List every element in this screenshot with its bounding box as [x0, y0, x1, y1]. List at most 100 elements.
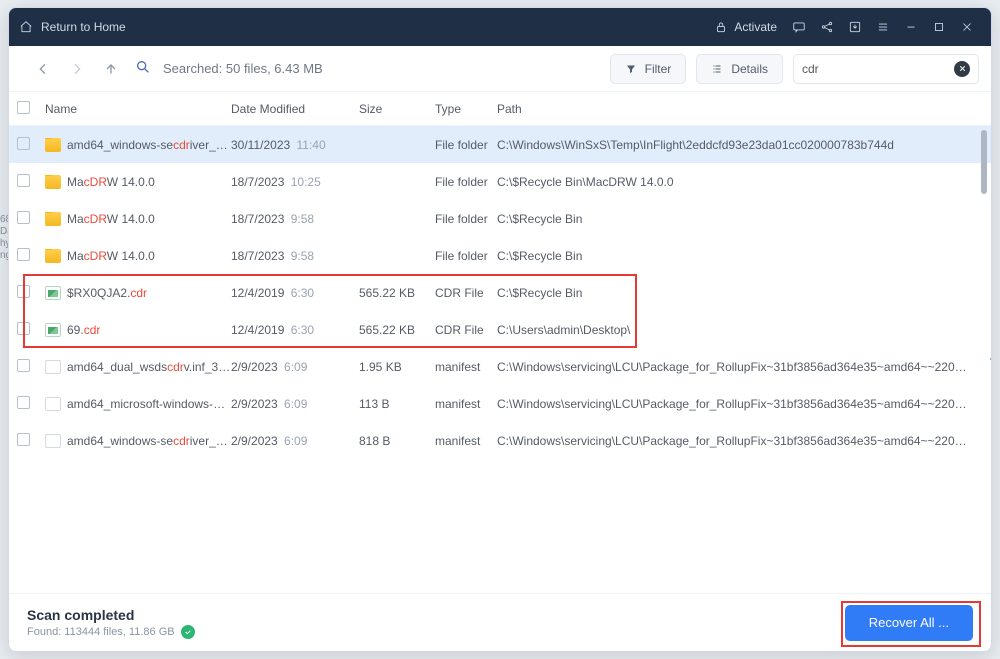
- file-name: amd64_windows-secdriver_31bf3...: [67, 138, 231, 152]
- search-input[interactable]: cdr: [793, 54, 979, 84]
- table-row[interactable]: $RX0QJA2.cdr12/4/2019 6:30565.22 KBCDR F…: [9, 274, 991, 311]
- row-checkbox[interactable]: [17, 285, 30, 298]
- row-checkbox[interactable]: [17, 211, 30, 224]
- table-row[interactable]: MacDRW 14.0.018/7/2023 10:25File folderC…: [9, 163, 991, 200]
- title-bar: Return to Home Activate: [9, 8, 991, 46]
- feedback-button[interactable]: [785, 13, 813, 41]
- minimize-button[interactable]: [897, 13, 925, 41]
- search-summary: Searched: 50 files, 6.43 MB: [135, 59, 600, 78]
- table-row[interactable]: amd64_windows-secdriver_31bf3...30/11/20…: [9, 126, 991, 163]
- close-icon: [960, 20, 974, 34]
- file-type: manifest: [435, 397, 497, 411]
- update-button[interactable]: [841, 13, 869, 41]
- details-button[interactable]: Details: [696, 54, 783, 84]
- home-icon: [19, 20, 33, 34]
- return-home-button[interactable]: Return to Home: [19, 20, 126, 34]
- scrollbar[interactable]: [981, 130, 987, 194]
- filter-button[interactable]: Filter: [610, 54, 687, 84]
- file-date: 18/7/2023 9:58: [231, 212, 359, 226]
- activate-label: Activate: [734, 20, 777, 34]
- maximize-icon: [932, 20, 946, 34]
- file-path: C:\Windows\WinSxS\Temp\InFlight\2eddcfd9…: [497, 138, 991, 152]
- file-date: 18/7/2023 9:58: [231, 249, 359, 263]
- file-type: manifest: [435, 360, 497, 374]
- forward-button[interactable]: [69, 61, 85, 77]
- file-size: 565.22 KB: [359, 286, 435, 300]
- folder-icon: [45, 212, 61, 226]
- file-path: C:\$Recycle Bin: [497, 249, 991, 263]
- table-row[interactable]: 69.cdr12/4/2019 6:30565.22 KBCDR FileC:\…: [9, 311, 991, 348]
- up-button[interactable]: [103, 61, 119, 77]
- file-path: C:\Windows\servicing\LCU\Package_for_Rol…: [497, 434, 991, 448]
- file-path: C:\Windows\servicing\LCU\Package_for_Rol…: [497, 397, 991, 411]
- file-name: MacDRW 14.0.0: [67, 212, 155, 226]
- clear-search-button[interactable]: [954, 61, 970, 77]
- file-size: 565.22 KB: [359, 323, 435, 337]
- close-button[interactable]: [953, 13, 981, 41]
- activate-button[interactable]: Activate: [706, 20, 785, 34]
- col-size[interactable]: Size: [359, 102, 435, 116]
- table-row[interactable]: MacDRW 14.0.018/7/2023 9:58File folderC:…: [9, 200, 991, 237]
- folder-icon: [45, 249, 61, 263]
- file-type: File folder: [435, 175, 497, 189]
- file-list: amd64_windows-secdriver_31bf3...30/11/20…: [9, 126, 991, 593]
- file-date: 18/7/2023 10:25: [231, 175, 359, 189]
- file-type: File folder: [435, 138, 497, 152]
- filter-label: Filter: [645, 62, 672, 76]
- chat-icon: [792, 20, 806, 34]
- collapse-panel-caret[interactable]: [990, 350, 992, 368]
- table-row[interactable]: amd64_windows-secdriver_31bf3...2/9/2023…: [9, 422, 991, 459]
- file-path: C:\Users\admin\Desktop\: [497, 323, 991, 337]
- file-date: 2/9/2023 6:09: [231, 397, 359, 411]
- app-window: Return to Home Activate Searched: 50 fil…: [8, 7, 992, 652]
- row-checkbox[interactable]: [17, 174, 30, 187]
- success-icon: [181, 625, 195, 639]
- col-path[interactable]: Path: [497, 102, 991, 116]
- maximize-button[interactable]: [925, 13, 953, 41]
- table-row[interactable]: MacDRW 14.0.018/7/2023 9:58File folderC:…: [9, 237, 991, 274]
- row-checkbox[interactable]: [17, 359, 30, 372]
- column-headers: Name Date Modified Size Type Path: [9, 92, 991, 126]
- minimize-icon: [904, 20, 918, 34]
- col-type[interactable]: Type: [435, 102, 497, 116]
- folder-icon: [45, 138, 61, 152]
- select-all-checkbox[interactable]: [17, 101, 30, 114]
- file-date: 30/11/2023 11:40: [231, 138, 359, 152]
- row-checkbox[interactable]: [17, 248, 30, 261]
- file-type: File folder: [435, 249, 497, 263]
- row-checkbox[interactable]: [17, 137, 30, 150]
- back-button[interactable]: [35, 61, 51, 77]
- toolbar: Searched: 50 files, 6.43 MB Filter Detai…: [9, 46, 991, 92]
- file-path: C:\Windows\servicing\LCU\Package_for_Rol…: [497, 360, 991, 374]
- file-name: amd64_microsoft-windows-c..cdri...: [67, 397, 231, 411]
- file-date: 12/4/2019 6:30: [231, 286, 359, 300]
- col-name[interactable]: Name: [45, 102, 231, 116]
- row-checkbox[interactable]: [17, 433, 30, 446]
- recover-all-button[interactable]: Recover All ...: [845, 605, 973, 641]
- file-name: amd64_dual_wsdscdrv.inf_31bf38...: [67, 360, 231, 374]
- menu-button[interactable]: [869, 13, 897, 41]
- details-label: Details: [731, 62, 768, 76]
- table-row[interactable]: amd64_microsoft-windows-c..cdri...2/9/20…: [9, 385, 991, 422]
- file-size: 818 B: [359, 434, 435, 448]
- file-date: 12/4/2019 6:30: [231, 323, 359, 337]
- file-name: 69.cdr: [67, 323, 100, 337]
- file-name: MacDRW 14.0.0: [67, 175, 155, 189]
- search-summary-text: Searched: 50 files, 6.43 MB: [163, 61, 323, 76]
- menu-icon: [876, 20, 890, 34]
- file-name: amd64_windows-secdriver_31bf3...: [67, 434, 231, 448]
- share-icon: [820, 20, 834, 34]
- document-icon: [45, 397, 61, 411]
- table-row[interactable]: amd64_dual_wsdscdrv.inf_31bf38...2/9/202…: [9, 348, 991, 385]
- file-date: 2/9/2023 6:09: [231, 360, 359, 374]
- row-checkbox[interactable]: [17, 396, 30, 409]
- lock-icon: [714, 20, 728, 34]
- footer: Scan completed Found: 113444 files, 11.8…: [9, 593, 991, 651]
- folder-icon: [45, 175, 61, 189]
- col-date[interactable]: Date Modified: [231, 102, 359, 116]
- share-button[interactable]: [813, 13, 841, 41]
- document-icon: [45, 360, 61, 374]
- row-checkbox[interactable]: [17, 322, 30, 335]
- scan-status-subtitle: Found: 113444 files, 11.86 GB: [27, 626, 175, 638]
- image-file-icon: [45, 323, 61, 337]
